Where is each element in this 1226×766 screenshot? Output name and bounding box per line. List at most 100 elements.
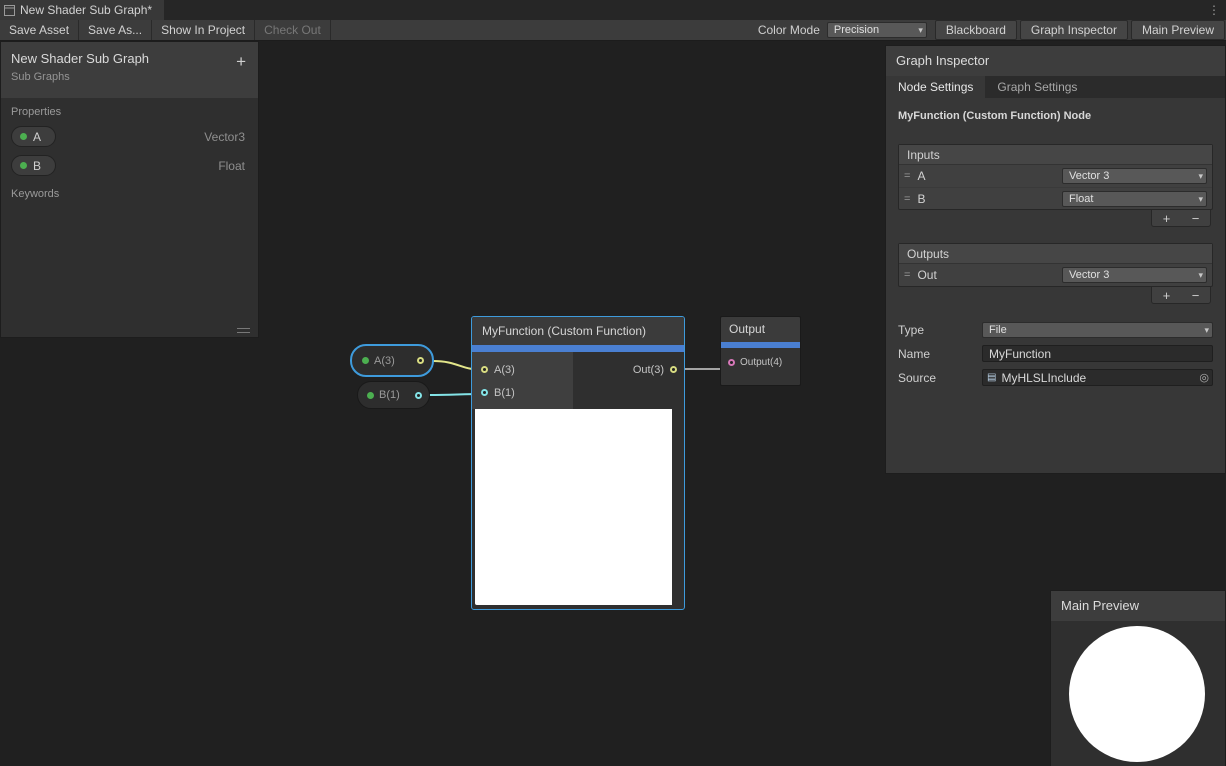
add-input-button[interactable]: +: [1157, 211, 1177, 226]
port-label: Out(3): [633, 364, 664, 376]
output-node[interactable]: Output Output(4): [720, 316, 801, 386]
port-label: B(1): [494, 387, 515, 399]
dropdown-value: Vector 3: [1069, 268, 1109, 282]
resize-grip[interactable]: [237, 325, 250, 333]
main-preview-panel: Main Preview: [1050, 590, 1226, 766]
property-type: Float: [218, 159, 245, 173]
drag-handle-icon[interactable]: =: [904, 170, 910, 182]
color-mode-dropdown[interactable]: Precision ▾: [827, 22, 927, 38]
output-port-row: Out(3): [573, 358, 684, 381]
document-tab-label: New Shader Sub Graph*: [20, 3, 152, 17]
output-row-out: = Out Vector 3 ▾: [899, 264, 1212, 286]
input-name: B: [917, 192, 925, 206]
file-icon: ▤: [987, 370, 996, 385]
exposed-dot-icon: [362, 357, 369, 364]
main-preview-toggle-button[interactable]: Main Preview: [1131, 20, 1225, 40]
dropdown-value: Vector 3: [1069, 169, 1109, 183]
property-node-a[interactable]: A(3): [350, 344, 434, 377]
save-as-button[interactable]: Save As...: [79, 20, 152, 40]
drag-handle-icon[interactable]: =: [904, 269, 910, 281]
property-name: B: [33, 159, 41, 173]
blackboard-property-a[interactable]: A: [11, 126, 56, 147]
input-name: A: [917, 169, 925, 183]
port-label: Output(4): [740, 357, 782, 368]
graph-inspector-toggle-button[interactable]: Graph Inspector: [1020, 20, 1128, 40]
outputs-list-header: Outputs: [899, 244, 1212, 264]
outputs-list-footer: + −: [1151, 287, 1211, 304]
property-type: Vector3: [204, 130, 245, 144]
custom-function-node[interactable]: MyFunction (Custom Function) A(3) B(1) O…: [471, 316, 685, 610]
node-accent-strip: [472, 345, 684, 352]
source-row: Source ▤ MyHLSLInclude ◎: [898, 369, 1213, 386]
tab-node-settings[interactable]: Node Settings: [886, 76, 985, 98]
property-node-label: B(1): [379, 389, 410, 401]
exposed-dot-icon: [20, 162, 27, 169]
inputs-list-header: Inputs: [899, 145, 1212, 165]
input-a-type-dropdown[interactable]: Vector 3 ▾: [1062, 168, 1207, 184]
inputs-list: Inputs = A Vector 3 ▾ = B Float ▾: [898, 144, 1213, 210]
blackboard-property-b[interactable]: B: [11, 155, 56, 176]
node-title: MyFunction (Custom Function): [472, 317, 684, 345]
dropdown-value: Float: [1069, 192, 1093, 206]
output-out-type-dropdown[interactable]: Vector 3 ▾: [1062, 267, 1207, 283]
type-row: Type File ▾: [898, 322, 1213, 338]
input-port-output[interactable]: [728, 359, 735, 366]
dropdown-value: File: [989, 323, 1007, 337]
chevron-down-icon: ▾: [1198, 169, 1203, 184]
keywords-section-label: Keywords: [1, 180, 258, 204]
main-preview-body: [1051, 621, 1225, 766]
input-port-row-b: B(1): [472, 381, 573, 404]
input-port-row-a: A(3): [472, 358, 573, 381]
name-label: Name: [898, 347, 982, 361]
inputs-list-footer: + −: [1151, 210, 1211, 227]
preview-sphere: [1069, 626, 1205, 762]
type-dropdown[interactable]: File ▾: [982, 322, 1213, 338]
blackboard-toggle-button[interactable]: Blackboard: [935, 20, 1017, 40]
chevron-down-icon: ▾: [1198, 192, 1203, 207]
input-port-b[interactable]: [481, 389, 488, 396]
save-asset-button[interactable]: Save Asset: [0, 20, 79, 40]
add-output-button[interactable]: +: [1157, 288, 1177, 303]
name-field[interactable]: [982, 345, 1213, 362]
color-mode-label: Color Mode: [751, 23, 827, 37]
chevron-down-icon: ▾: [1204, 323, 1209, 338]
output-port-out[interactable]: [670, 366, 677, 373]
port-label: A(3): [494, 364, 515, 376]
inspector-tab-bar: Node Settings Graph Settings: [886, 76, 1225, 98]
check-out-button: Check Out: [255, 20, 331, 40]
blackboard-subtitle: Sub Graphs: [11, 71, 248, 83]
blackboard-header[interactable]: New Shader Sub Graph Sub Graphs +: [1, 42, 258, 98]
add-property-button[interactable]: +: [236, 54, 246, 70]
source-object-field[interactable]: ▤ MyHLSLInclude ◎: [982, 369, 1213, 386]
input-b-type-dropdown[interactable]: Float ▾: [1062, 191, 1207, 207]
node-title: Output: [721, 317, 800, 342]
toolbar: Save Asset Save As... Show In Project Ch…: [0, 20, 1226, 41]
chevron-down-icon: ▾: [918, 23, 923, 38]
port-b-out[interactable]: [415, 392, 422, 399]
output-port-row: Output(4): [721, 348, 800, 368]
port-a-out[interactable]: [417, 357, 424, 364]
blackboard-panel: New Shader Sub Graph Sub Graphs + Proper…: [0, 41, 259, 338]
tab-graph-settings[interactable]: Graph Settings: [985, 76, 1089, 98]
show-in-project-button[interactable]: Show In Project: [152, 20, 255, 40]
selected-node-title: MyFunction (Custom Function) Node: [898, 110, 1213, 122]
document-tab[interactable]: New Shader Sub Graph*: [0, 0, 164, 20]
node-preview: [475, 409, 672, 605]
remove-input-button[interactable]: −: [1186, 211, 1206, 226]
input-row-b: = B Float ▾: [899, 187, 1212, 209]
window-menu-icon[interactable]: ⋮: [1208, 0, 1220, 20]
property-row: A Vector3: [1, 122, 258, 151]
drag-handle-icon[interactable]: =: [904, 193, 910, 205]
window-tab-strip: New Shader Sub Graph* ⋮: [0, 0, 1226, 20]
blackboard-title: New Shader Sub Graph: [11, 51, 248, 66]
object-picker-icon[interactable]: ◎: [1199, 371, 1209, 386]
main-preview-header[interactable]: Main Preview: [1051, 591, 1225, 621]
remove-output-button[interactable]: −: [1186, 288, 1206, 303]
source-object-name: MyHLSLInclude: [1001, 371, 1086, 385]
chevron-down-icon: ▾: [1198, 268, 1203, 283]
graph-inspector-header[interactable]: Graph Inspector: [886, 46, 1225, 76]
input-port-a[interactable]: [481, 366, 488, 373]
exposed-dot-icon: [20, 133, 27, 140]
property-node-b[interactable]: B(1): [357, 381, 430, 409]
property-row: B Float: [1, 151, 258, 180]
